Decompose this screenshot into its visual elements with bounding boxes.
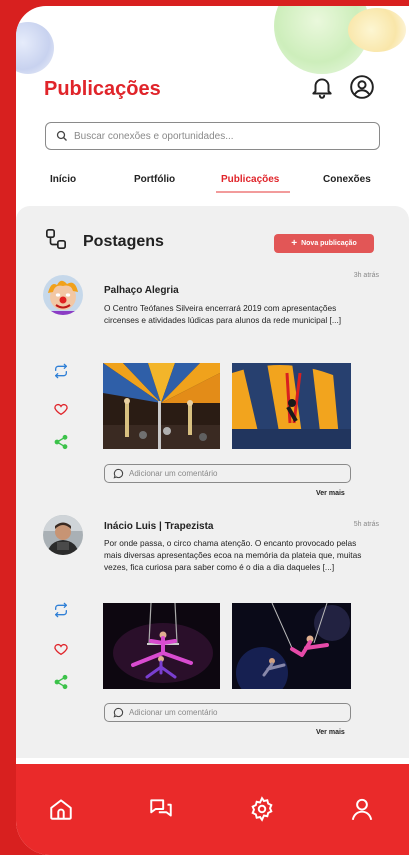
share-icon[interactable] bbox=[53, 674, 69, 690]
post-image[interactable] bbox=[103, 603, 220, 689]
post-image[interactable] bbox=[103, 363, 220, 449]
post-author[interactable]: Palhaço Alegria bbox=[104, 285, 179, 296]
phone-screen: Publicações Início Portfólio Publicações… bbox=[16, 6, 409, 855]
section-title: Postagens bbox=[83, 233, 164, 250]
bell-icon[interactable] bbox=[309, 74, 335, 100]
decorative-bubble-blue bbox=[16, 22, 54, 74]
active-tab-indicator bbox=[216, 191, 290, 193]
post-author[interactable]: Inácio Luis | Trapezista bbox=[104, 521, 214, 532]
user-icon[interactable] bbox=[349, 796, 375, 822]
posts-icon bbox=[46, 229, 66, 249]
page-title: Publicações bbox=[44, 78, 161, 100]
bottom-navigation bbox=[16, 764, 409, 855]
post-image[interactable] bbox=[232, 363, 351, 449]
comment-icon bbox=[113, 707, 124, 718]
comment-placeholder: Adicionar um comentário bbox=[129, 469, 218, 478]
tab-portfolio[interactable]: Portfólio bbox=[134, 174, 175, 185]
tab-inicio[interactable]: Início bbox=[50, 174, 76, 185]
post-image[interactable] bbox=[232, 603, 351, 689]
share-icon[interactable] bbox=[53, 434, 69, 450]
new-post-label: Nova publicação bbox=[301, 240, 357, 247]
tab-bar: Início Portfólio Publicações Conexões bbox=[16, 174, 409, 198]
avatar[interactable] bbox=[43, 515, 83, 555]
post-time: 3h atrás bbox=[353, 272, 379, 279]
decorative-bubble-yellow bbox=[348, 8, 406, 52]
plus-icon: + bbox=[291, 237, 298, 249]
settings-icon[interactable] bbox=[249, 796, 275, 822]
search-input[interactable] bbox=[74, 130, 354, 142]
comment-placeholder: Adicionar um comentário bbox=[129, 708, 218, 717]
comment-input[interactable]: Adicionar um comentário bbox=[104, 703, 351, 722]
avatar[interactable] bbox=[43, 275, 83, 315]
tab-conexoes[interactable]: Conexões bbox=[323, 174, 371, 185]
tab-publicacoes[interactable]: Publicações bbox=[221, 174, 279, 185]
post-text: O Centro Teófanes Silveira encerrará 201… bbox=[104, 303, 342, 325]
heart-icon[interactable] bbox=[53, 641, 69, 657]
see-more-link[interactable]: Ver mais bbox=[316, 729, 345, 736]
home-icon[interactable] bbox=[48, 796, 74, 822]
chat-icon[interactable] bbox=[148, 796, 174, 822]
search-bar[interactable] bbox=[45, 122, 380, 150]
comment-input[interactable]: Adicionar um comentário bbox=[104, 464, 351, 483]
repost-icon[interactable] bbox=[53, 363, 69, 379]
post-text: Por onde passa, o circo chama atenção. O… bbox=[104, 538, 362, 572]
profile-icon[interactable] bbox=[349, 74, 375, 100]
see-more-link[interactable]: Ver mais bbox=[316, 490, 345, 497]
new-post-button[interactable]: + Nova publicação bbox=[274, 234, 374, 253]
heart-icon[interactable] bbox=[53, 401, 69, 417]
repost-icon[interactable] bbox=[53, 602, 69, 618]
comment-icon bbox=[113, 468, 124, 479]
post-time: 5h atrás bbox=[353, 521, 379, 528]
search-icon bbox=[56, 130, 67, 141]
